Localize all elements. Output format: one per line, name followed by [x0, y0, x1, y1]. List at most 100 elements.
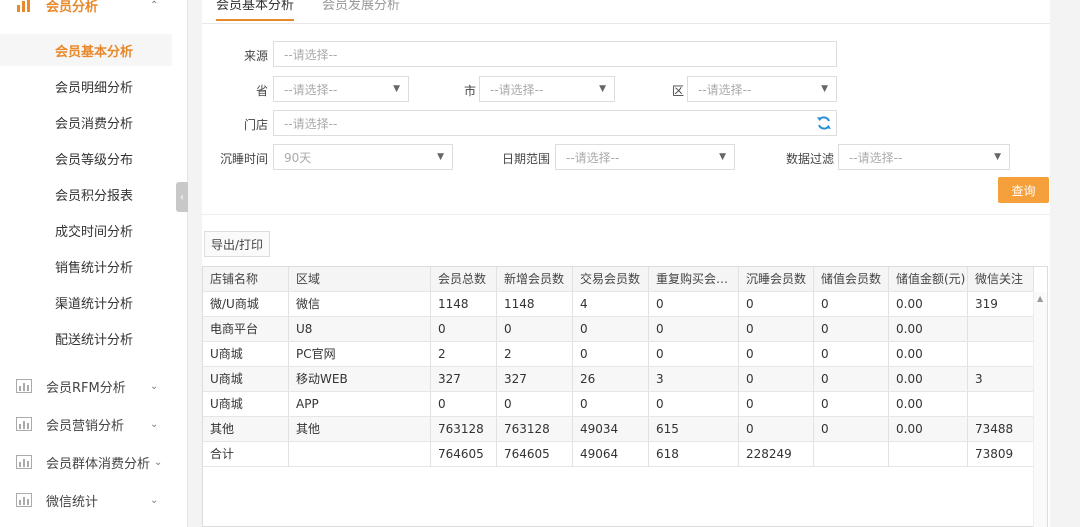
sidebar-item-points-report[interactable]: 会员积分报表 — [0, 178, 172, 210]
sidebar-item-label: 会员明细分析 — [55, 80, 134, 96]
col-header-trading[interactable]: 交易会员数 — [573, 267, 649, 292]
table-row[interactable]: 电商平台 U8 0 0 0 0 0 0 0.00 — [203, 317, 1034, 342]
sidebar-item-deal-time[interactable]: 成交时间分析 — [0, 214, 172, 246]
report-icon — [16, 379, 32, 393]
store-label: 门店 — [243, 118, 268, 132]
table-header-row: 店铺名称 区域 会员总数 新增会员数 交易会员数 重复购买会员... 沉睡会员数… — [203, 267, 1034, 292]
col-header-total[interactable]: 会员总数 — [431, 267, 497, 292]
cell-stored-amount: 0.00 — [889, 292, 968, 317]
chevron-down-icon: ▼ — [994, 152, 1001, 162]
cell-region: PC官网 — [289, 342, 431, 367]
date-range-select[interactable]: --请选择-- ▼ — [555, 144, 735, 170]
sidebar-group-group-consumption[interactable]: 会员群体消费分析 ⌄ — [0, 447, 188, 477]
cell-repeat: 615 — [649, 417, 739, 442]
report-icon — [16, 417, 32, 431]
cell-stored-members: 0 — [814, 292, 889, 317]
table-row[interactable]: 其他 其他 763128 763128 49034 615 0 0 0.00 7… — [203, 417, 1034, 442]
refresh-icon[interactable] — [816, 115, 832, 131]
sidebar-item-delivery-stats[interactable]: 配送统计分析 — [0, 322, 172, 354]
table-total-row[interactable]: 合计 764605 764605 49064 618 228249 73809 — [203, 442, 1034, 467]
source-label: 来源 — [243, 49, 268, 63]
table-row[interactable]: 微/U商城 微信 1148 1148 4 0 0 0 0.00 319 — [203, 292, 1034, 317]
table-row[interactable]: U商城 移动WEB 327 327 26 3 0 0 0.00 3 — [203, 367, 1034, 392]
cell-store: U商城 — [203, 367, 289, 392]
cell-store: U商城 — [203, 342, 289, 367]
report-icon — [16, 455, 32, 469]
cell-wechat — [968, 317, 1034, 342]
province-select[interactable]: --请选择-- ▼ — [273, 76, 409, 102]
source-input[interactable]: --请选择-- — [273, 41, 837, 67]
cell-stored-amount: 0.00 — [889, 342, 968, 367]
col-header-stored-members[interactable]: 储值会员数 — [814, 267, 889, 292]
city-select[interactable]: --请选择-- ▼ — [479, 76, 615, 102]
chevron-down-icon: ▼ — [599, 84, 606, 94]
chevron-down-icon: ⌄ — [150, 418, 159, 430]
chevron-down-icon: ▼ — [719, 152, 726, 162]
table-scrollbar[interactable]: ▲ — [1033, 292, 1047, 527]
sidebar-item-member-consumption[interactable]: 会员消费分析 — [0, 106, 172, 138]
sidebar-group-member-analysis[interactable]: 会员分析 ⌃ — [0, 0, 188, 20]
cell-wechat — [968, 342, 1034, 367]
tab-member-basic[interactable]: 会员基本分析 — [216, 0, 295, 21]
cell-stored-amount: 0.00 — [889, 317, 968, 342]
date-range-label: 日期范围 — [501, 152, 550, 166]
cell-dormant: 0 — [739, 342, 814, 367]
cell-trading: 49034 — [573, 417, 649, 442]
tab-member-development[interactable]: 会员发展分析 — [322, 0, 400, 19]
cell-region: APP — [289, 392, 431, 417]
cell-stored-members — [814, 442, 889, 467]
sidebar-group-wechat[interactable]: 微信统计 ⌄ — [0, 485, 188, 515]
cell-stored-members: 0 — [814, 417, 889, 442]
district-select[interactable]: --请选择-- ▼ — [687, 76, 837, 102]
dormant-time-value: 90天 — [284, 150, 312, 165]
cell-region — [289, 442, 431, 467]
data-filter-select[interactable]: --请选择-- ▼ — [838, 144, 1010, 170]
col-header-new[interactable]: 新增会员数 — [497, 267, 573, 292]
cell-new: 1148 — [497, 292, 573, 317]
cell-total: 327 — [431, 367, 497, 392]
chevron-down-icon: ▼ — [821, 84, 828, 94]
date-range-value: --请选择-- — [566, 150, 620, 165]
cell-stored-members: 0 — [814, 392, 889, 417]
sidebar-item-member-level[interactable]: 会员等级分布 — [0, 142, 172, 174]
district-label: 区 — [671, 84, 684, 98]
cell-dormant: 228249 — [739, 442, 814, 467]
sidebar-collapse-handle[interactable]: ‹ — [176, 182, 188, 212]
cell-store: 电商平台 — [203, 317, 289, 342]
sidebar-item-sales-stats[interactable]: 销售统计分析 — [0, 250, 172, 282]
sidebar-group-marketing[interactable]: 会员营销分析 ⌄ — [0, 409, 188, 439]
cell-wechat — [968, 392, 1034, 417]
sidebar-item-channel-stats[interactable]: 渠道统计分析 — [0, 286, 172, 318]
sidebar-item-label: 销售统计分析 — [55, 260, 134, 276]
query-button[interactable]: 查询 — [998, 177, 1049, 203]
data-filter-label: 数据过滤 — [785, 152, 834, 166]
sidebar-item-member-detail[interactable]: 会员明细分析 — [0, 70, 172, 102]
col-header-dormant[interactable]: 沉睡会员数 — [739, 267, 814, 292]
dormant-time-select[interactable]: 90天 ▼ — [273, 144, 453, 170]
col-header-store[interactable]: 店铺名称 — [203, 267, 289, 292]
store-input[interactable]: --请选择-- — [273, 110, 837, 136]
cell-dormant: 0 — [739, 367, 814, 392]
table-row[interactable]: U商城 APP 0 0 0 0 0 0 0.00 — [203, 392, 1034, 417]
chevron-down-icon: ⌄ — [154, 456, 163, 468]
sidebar-item-label: 会员等级分布 — [55, 152, 134, 168]
chevron-up-icon: ⌃ — [150, 0, 159, 11]
col-header-stored-amount[interactable]: 储值金额(元) — [889, 267, 968, 292]
cell-new: 0 — [497, 317, 573, 342]
cell-total: 2 — [431, 342, 497, 367]
col-header-repeat[interactable]: 重复购买会员... — [649, 267, 739, 292]
cell-wechat: 3 — [968, 367, 1034, 392]
cell-new: 327 — [497, 367, 573, 392]
chevron-down-icon: ⌄ — [150, 380, 159, 392]
col-header-wechat[interactable]: 微信关注 — [968, 267, 1034, 292]
export-print-button[interactable]: 导出/打印 — [204, 231, 270, 257]
scroll-up-icon[interactable]: ▲ — [1037, 294, 1043, 303]
cell-new: 0 — [497, 392, 573, 417]
col-header-region[interactable]: 区域 — [289, 267, 431, 292]
cell-total: 0 — [431, 317, 497, 342]
sidebar-group-rfm[interactable]: 会员RFM分析 ⌄ — [0, 371, 188, 401]
table-row[interactable]: U商城 PC官网 2 2 0 0 0 0 0.00 — [203, 342, 1034, 367]
cell-repeat: 3 — [649, 367, 739, 392]
sidebar-item-label: 会员消费分析 — [55, 116, 134, 132]
sidebar-item-member-basic[interactable]: 会员基本分析 — [0, 34, 172, 66]
